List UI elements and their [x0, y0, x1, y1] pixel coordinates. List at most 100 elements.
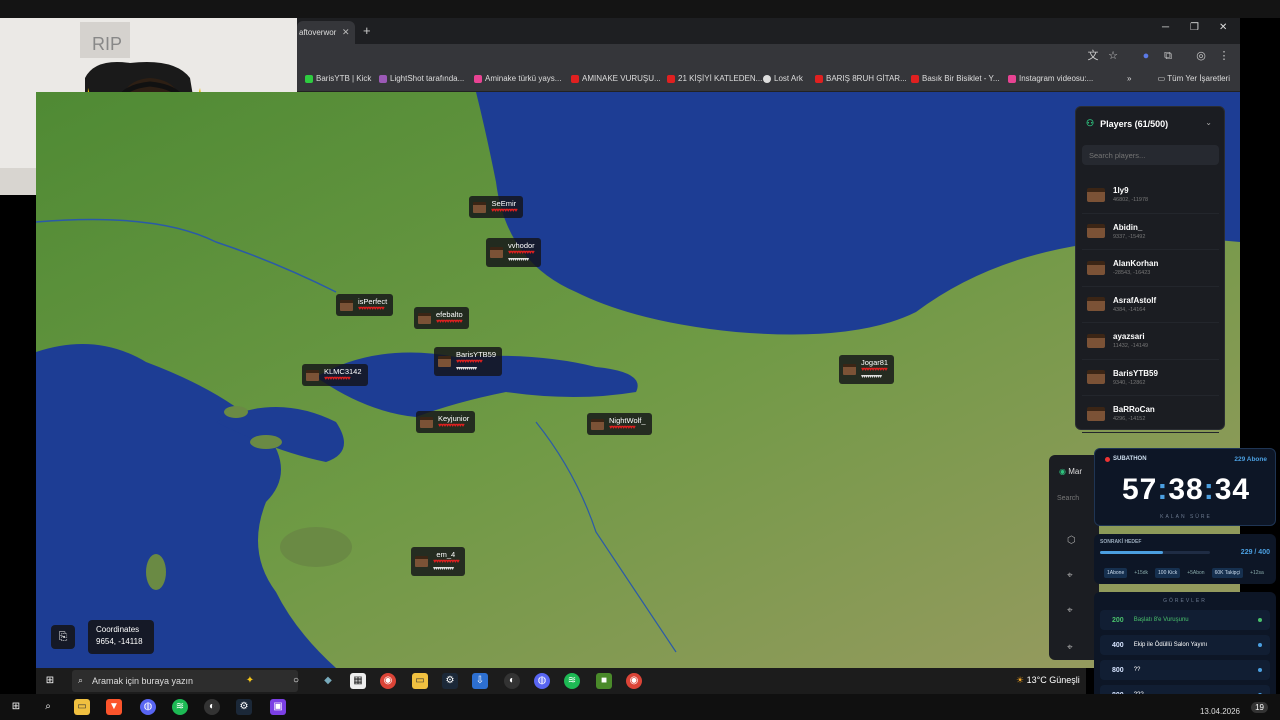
bookmark-item[interactable]: 21 KİŞİYİ KATLEDEN... [667, 74, 762, 83]
list-item[interactable]: BaRRoCan 4296, -14152 [1082, 396, 1219, 433]
map-marker[interactable]: Keyjunior ♥♥♥♥♥♥♥♥♥♥ [416, 411, 476, 433]
steam-icon[interactable]: ⚙ [236, 699, 252, 715]
profile-icon[interactable]: ◎ [1195, 50, 1207, 62]
bookmarks-overflow-icon[interactable]: » [1127, 74, 1131, 83]
list-item[interactable]: AlanKorhan -28543, -16423 [1082, 250, 1219, 287]
bookmark-item[interactable]: AMINAKE VURUŞU... [571, 74, 661, 83]
map-marker[interactable]: efebalto ♥♥♥♥♥♥♥♥♥♥ [414, 307, 469, 329]
map-marker[interactable]: isPerfect ♥♥♥♥♥♥♥♥♥♥ [336, 294, 394, 316]
bookmark-item[interactable]: BARIŞ 8RUH GİTAR... [815, 74, 907, 83]
location-pin-icon[interactable]: ⌖ [1067, 642, 1073, 653]
bookmark-item[interactable]: Lost Ark [763, 74, 803, 83]
close-window-icon[interactable]: ✕ [1219, 22, 1227, 33]
translate-icon[interactable]: 文 [1087, 50, 1099, 62]
obs-icon[interactable]: ◐ [504, 673, 520, 689]
map-marker[interactable]: vvhodor ♥♥♥♥♥♥♥♥♥♥ ▾▾▾▾▾▾▾▾▾▾ [486, 238, 541, 267]
players-header[interactable]: ⚇ Players (61/500) [1086, 118, 1168, 129]
folder-icon: ▭ [1157, 74, 1168, 83]
spotify-icon[interactable]: ≋ [172, 699, 188, 715]
window-top-strip [0, 0, 1280, 18]
puzzle-icon[interactable]: ⧉ [1162, 50, 1174, 62]
health-hearts: ♥♥♥♥♥♥♥♥♥♥ [508, 250, 535, 256]
discord-icon[interactable]: ◍ [140, 699, 156, 715]
location-pin-icon[interactable]: ⌖ [1067, 570, 1073, 581]
maximize-icon[interactable]: ❐ [1190, 22, 1199, 33]
player-head-icon [340, 299, 353, 311]
calendar-icon[interactable]: ▦ [350, 673, 366, 689]
list-item[interactable]: 1ly9 46802, -11978 [1082, 177, 1219, 214]
steam-icon[interactable]: ⚙ [442, 673, 458, 689]
lightshot-icon [379, 74, 387, 83]
avatar [1087, 406, 1105, 421]
marker-name: Jogar81 [861, 358, 889, 367]
map-marker[interactable]: Jogar81 ♥♥♥♥♥♥♥♥♥♥ ▾▾▾▾▾▾▾▾▾▾ [839, 355, 895, 384]
notification-badge[interactable]: 19 [1251, 702, 1268, 713]
status-dot-icon [1258, 668, 1262, 672]
list-item[interactable]: AsrafAstolf 4384, -14164 [1082, 287, 1219, 323]
player-head-icon [306, 369, 319, 381]
chrome-icon[interactable]: ◉ [626, 673, 642, 689]
all-bookmarks-button[interactable]: ▭ Tüm Yer İşaretleri [1158, 74, 1230, 83]
cortana-icon[interactable]: ○ [288, 673, 304, 689]
minimize-icon[interactable]: ─ [1162, 22, 1169, 33]
menu-dots-icon[interactable]: ⋮ [1218, 50, 1230, 62]
marker-name: isPerfect [358, 297, 388, 306]
health-hearts: ♥♥♥♥♥♥♥♥♥♥ [861, 367, 888, 373]
markers-panel: ◉ Mar Search ⬡ ⌖ ⌖ ⌖ [1049, 455, 1099, 660]
map-marker[interactable]: SeEmir ♥♥♥♥♥♥♥♥♥♥ [469, 196, 523, 218]
extension-icon[interactable]: ● [1140, 50, 1152, 62]
list-item[interactable]: ayazsari 11432, -14149 [1082, 323, 1219, 360]
list-item[interactable]: BarisYTB59 9340, -12862 [1082, 360, 1219, 396]
markers-search-input[interactable]: Search [1057, 495, 1079, 502]
coordinates-box: Coordinates 9654, -14118 [88, 620, 154, 654]
svg-text:RIP: RIP [92, 34, 122, 54]
search-icon[interactable]: ⌕ [40, 699, 56, 715]
goal-progress-bar [1100, 551, 1210, 554]
new-tab-icon[interactable]: + [363, 23, 371, 38]
close-icon[interactable]: ✕ [342, 27, 350, 38]
taskbar-search[interactable]: ⌕ Aramak için buraya yazın [72, 670, 298, 692]
hunger-bar: ▾▾▾▾▾▾▾▾▾▾ [456, 366, 477, 372]
star-icon[interactable]: ☆ [1107, 50, 1119, 62]
search-players-input[interactable] [1082, 145, 1219, 165]
marker-name: SeEmir [491, 199, 517, 208]
app-icon[interactable]: ⇩ [472, 673, 488, 689]
discord-icon[interactable]: ◍ [534, 673, 550, 689]
bookmark-item[interactable]: Instagram videosu:... [1008, 74, 1093, 83]
marker-name: Keyjunior [438, 414, 470, 423]
paperclip-icon[interactable]: ⎘ [51, 625, 75, 649]
obs-icon[interactable]: ◐ [204, 699, 220, 715]
health-hearts: ♥♥♥♥♥♥♥♥♥♥ [358, 306, 385, 312]
minecraft-icon[interactable]: ■ [596, 673, 612, 689]
weather[interactable]: ☀ 13°C Güneşli [1016, 675, 1080, 686]
sparkle-icon: ✦ [245, 675, 255, 686]
folder-icon[interactable]: ▭ [412, 673, 428, 689]
folder-icon[interactable]: ▭ [74, 699, 90, 715]
chevron-down-icon[interactable]: ⌄ [1205, 118, 1212, 127]
map-marker[interactable]: BarisYTB59 ♥♥♥♥♥♥♥♥♥♥ ▾▾▾▾▾▾▾▾▾▾ [434, 347, 503, 376]
location-pin-icon[interactable]: ⌖ [1067, 605, 1073, 616]
markers-title[interactable]: ◉ Mar [1059, 467, 1082, 476]
spotify-icon[interactable]: ≋ [564, 673, 580, 689]
bookmark-item[interactable]: BarisYTB | Kick [305, 74, 371, 83]
chrome-icon[interactable]: ◉ [380, 673, 396, 689]
map-marker[interactable]: em_4 ♥♥♥♥♥♥♥♥♥♥ ▾▾▾▾▾▾▾▾▾▾ [411, 547, 465, 576]
inner-taskbar: ⊞ ⌕ Aramak için buraya yazın ✦ ○ ◆ ▦ ◉ ▭ … [36, 668, 1086, 694]
map-marker[interactable]: NightWolf_ ♥♥♥♥♥♥♥♥♥♥ [587, 413, 652, 435]
app-icon[interactable]: ◆ [320, 673, 336, 689]
brave-icon[interactable]: ▼ [106, 699, 122, 715]
windows-icon[interactable]: ⊞ [8, 699, 24, 715]
bookmark-item[interactable]: LightShot tarafında... [379, 74, 464, 83]
browser-tab[interactable]: aftoverwor ✕ [297, 21, 355, 44]
marker-name: em_4 [436, 550, 456, 559]
windows-icon[interactable]: ⊞ [42, 673, 58, 689]
pin-icon: ◉ [1059, 467, 1069, 476]
app-icon[interactable]: ▣ [270, 699, 286, 715]
player-head-icon [473, 201, 486, 213]
list-item[interactable]: Abidin_ 9337, -15492 [1082, 214, 1219, 250]
avatar [1087, 297, 1105, 312]
bookmark-item[interactable]: Aminake türkü yays... [474, 74, 561, 83]
bookmark-item[interactable]: Basık Bir Bisiklet - Y... [911, 74, 1000, 83]
marker-list-icon[interactable]: ⬡ [1067, 535, 1076, 546]
map-marker[interactable]: KLMC3142 ♥♥♥♥♥♥♥♥♥♥ [302, 364, 368, 386]
